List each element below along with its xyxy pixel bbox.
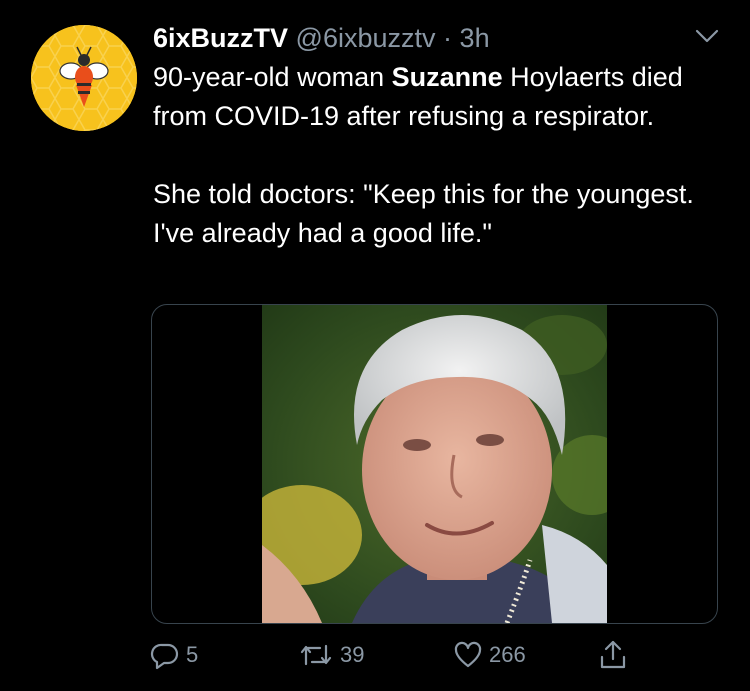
like-count: 266	[489, 642, 526, 667]
bee-logo-icon	[31, 25, 137, 131]
timestamp[interactable]: 3h	[460, 23, 490, 53]
chevron-down-icon[interactable]	[693, 26, 721, 46]
media-card[interactable]	[151, 304, 718, 624]
author-handle[interactable]: @6ixbuzztv	[296, 23, 436, 53]
heart-icon	[454, 641, 482, 668]
like-button[interactable]: 266	[453, 635, 526, 675]
tweet-header: 6ixBuzzTV @6ixbuzztv · 3h	[153, 20, 490, 56]
avatar[interactable]	[31, 25, 137, 131]
tweet-paragraph-1: 90-year-old woman Suzanne Hoylaerts died…	[153, 62, 683, 131]
tweet-actions: 5 39 266	[150, 635, 650, 675]
tweet-paragraph-2: She told doctors: "Keep this for the you…	[153, 179, 694, 248]
retweet-count: 39	[340, 642, 365, 667]
retweet-button[interactable]: 39	[298, 635, 364, 675]
retweet-icon	[300, 644, 332, 666]
tweet-text: 90-year-old woman Suzanne Hoylaerts died…	[153, 58, 713, 253]
author-name[interactable]: 6ixBuzzTV	[153, 23, 288, 53]
separator-dot: ·	[443, 23, 453, 53]
portrait-photo[interactable]	[262, 305, 607, 623]
bold-name: Suzanne	[391, 62, 503, 92]
share-icon	[600, 640, 626, 669]
reply-button[interactable]: 5	[150, 635, 198, 675]
share-button[interactable]	[598, 635, 628, 675]
reply-icon	[150, 643, 179, 670]
reply-count: 5	[186, 642, 199, 667]
